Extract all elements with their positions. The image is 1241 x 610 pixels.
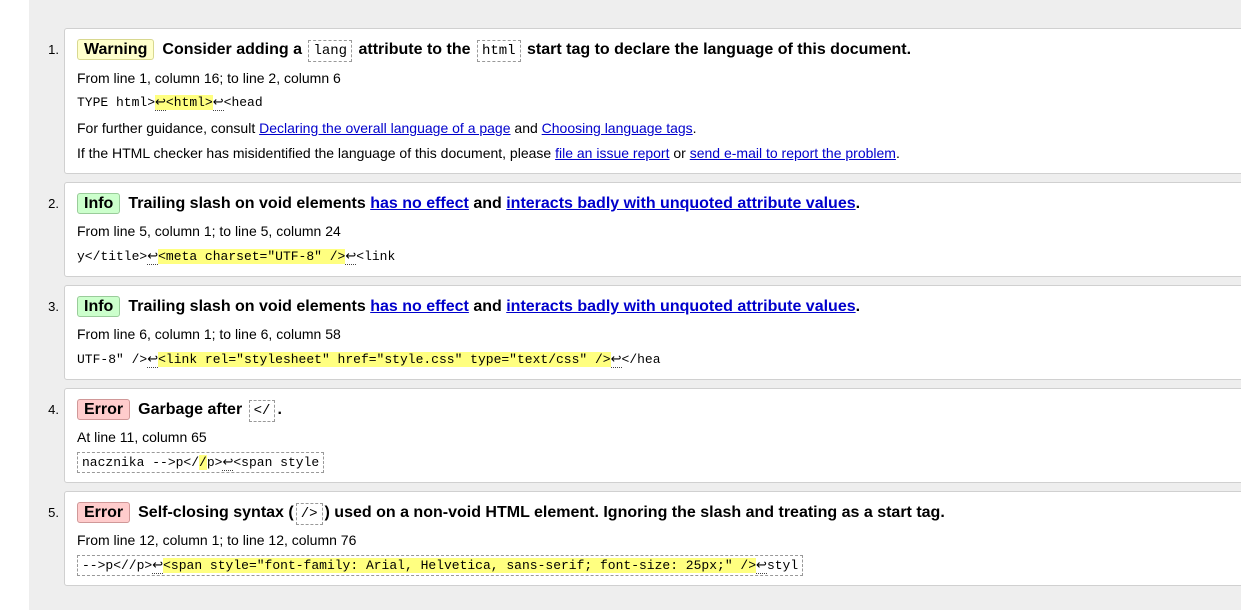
message-number: 1. bbox=[48, 42, 59, 57]
line-break-icon: ↩ bbox=[212, 95, 224, 111]
message-text: Trailing slash on void elements bbox=[128, 298, 366, 315]
source-extract: UTF-8" />↩<link rel="stylesheet" href="s… bbox=[77, 352, 661, 368]
message-heading: Warning Consider adding a lang attribute … bbox=[77, 39, 911, 62]
message-number: 4. bbox=[48, 402, 59, 417]
info-message: Info Trailing slash on void elements has … bbox=[64, 285, 1241, 380]
source-extract: -->p<//p>↩<span style="font-family: Aria… bbox=[77, 555, 804, 576]
extract-text: <link bbox=[356, 249, 396, 264]
extract-text: p> bbox=[206, 455, 223, 470]
extract-highlight: / bbox=[199, 455, 207, 470]
code-snippet: </ bbox=[248, 400, 276, 422]
error-message: Error Self-closing syntax (/>) used on a … bbox=[64, 491, 1241, 586]
error-badge: Error bbox=[77, 502, 131, 523]
extract-text: nacznika -->p</ bbox=[82, 455, 200, 470]
extract-highlight: <span style="font-family: Arial, Helveti… bbox=[163, 558, 757, 573]
message-heading: Info Trailing slash on void elements has … bbox=[77, 193, 860, 214]
line-break-icon: ↩ bbox=[147, 352, 159, 368]
send-email-link[interactable]: send e-mail to report the problem bbox=[690, 145, 896, 161]
info-badge: Info bbox=[77, 193, 121, 214]
line-break-icon: ↩ bbox=[610, 352, 622, 368]
message-heading: Info Trailing slash on void elements has … bbox=[77, 296, 860, 317]
message-text: . bbox=[277, 401, 282, 418]
has-no-effect-link[interactable]: has no effect bbox=[370, 298, 469, 315]
message-text: attribute to the bbox=[358, 41, 471, 58]
info-badge: Info bbox=[77, 296, 121, 317]
location-text: From line 1, column 16; to line 2, colum… bbox=[77, 70, 341, 86]
source-extract: y</title>↩<meta charset="UTF-8" />↩<link bbox=[77, 249, 396, 265]
source-extract: TYPE html>↩<html>↩<head bbox=[77, 95, 263, 111]
message-text: Trailing slash on void elements bbox=[128, 195, 366, 212]
warning-message: Warning Consider adding a lang attribute … bbox=[64, 28, 1241, 174]
report-text: If the HTML checker has misidentified th… bbox=[77, 145, 900, 161]
line-break-icon: ↩ bbox=[345, 249, 357, 265]
location-text: At line 11, column 65 bbox=[77, 429, 207, 445]
guidance-and: and bbox=[514, 120, 538, 136]
location-text: From line 5, column 1; to line 5, column… bbox=[77, 223, 341, 239]
line-break-icon: ↩ bbox=[152, 558, 164, 574]
choosing-language-tags-link[interactable]: Choosing language tags bbox=[542, 120, 693, 136]
message-text: and bbox=[473, 298, 502, 315]
line-break-icon: ↩ bbox=[222, 455, 234, 471]
location-text: From line 12, column 1; to line 12, colu… bbox=[77, 532, 357, 548]
message-text: . bbox=[855, 298, 861, 315]
declaring-language-link[interactable]: Declaring the overall language of a page bbox=[259, 120, 510, 136]
message-text: Consider adding a bbox=[162, 41, 302, 58]
extract-text: TYPE html> bbox=[77, 95, 156, 110]
unquoted-attributes-link[interactable]: interacts badly with unquoted attribute … bbox=[506, 195, 855, 212]
report-period: . bbox=[895, 145, 900, 161]
extract-text: styl bbox=[766, 558, 799, 573]
line-break-icon: ↩ bbox=[155, 95, 166, 111]
line-break-icon: ↩ bbox=[756, 558, 767, 574]
extract-highlight: ↩<html> bbox=[155, 95, 213, 111]
extract-text: </hea bbox=[621, 352, 661, 367]
unquoted-attributes-link[interactable]: interacts badly with unquoted attribute … bbox=[506, 298, 855, 315]
info-message: Info Trailing slash on void elements has … bbox=[64, 182, 1241, 277]
extract-text: UTF-8" /> bbox=[77, 352, 148, 367]
message-number: 3. bbox=[48, 299, 59, 314]
message-text: ) used on a non-void HTML element. Ignor… bbox=[324, 504, 945, 521]
error-message: Error Garbage after </. At line 11, colum… bbox=[64, 388, 1241, 483]
error-badge: Error bbox=[77, 399, 131, 420]
message-heading: Error Garbage after </. bbox=[77, 399, 282, 422]
message-number: 5. bbox=[48, 505, 59, 520]
report-or: or bbox=[673, 145, 686, 161]
extract-text: <head bbox=[223, 95, 263, 110]
code-snippet: html bbox=[476, 40, 521, 62]
extract-text: <span style bbox=[233, 455, 320, 470]
extract-highlight: <link rel="stylesheet" href="style.css" … bbox=[158, 352, 611, 367]
message-text: start tag to declare the language of thi… bbox=[527, 41, 912, 58]
extract-text: -->p<//p> bbox=[82, 558, 153, 573]
guidance-period: . bbox=[692, 120, 697, 136]
location-text: From line 6, column 1; to line 6, column… bbox=[77, 326, 341, 342]
extract-highlight: <meta charset="UTF-8" /> bbox=[158, 249, 346, 264]
extract-text: y</title> bbox=[77, 249, 148, 264]
source-extract: nacznika -->p<//p>↩<span style bbox=[77, 452, 325, 473]
code-snippet: /> bbox=[295, 503, 323, 525]
extract-text: <html> bbox=[165, 95, 213, 110]
warning-badge: Warning bbox=[77, 39, 155, 60]
file-issue-link[interactable]: file an issue report bbox=[555, 145, 669, 161]
guidance-prefix: For further guidance, consult bbox=[77, 120, 256, 136]
message-text: Garbage after bbox=[138, 401, 243, 418]
message-text: and bbox=[473, 195, 502, 212]
message-heading: Error Self-closing syntax (/>) used on a … bbox=[77, 502, 945, 525]
message-number: 2. bbox=[48, 196, 59, 211]
message-text: Self-closing syntax ( bbox=[138, 504, 294, 521]
report-prefix: If the HTML checker has misidentified th… bbox=[77, 145, 552, 161]
code-snippet: lang bbox=[308, 40, 353, 62]
message-text: . bbox=[855, 195, 861, 212]
guidance-text: For further guidance, consult Declaring … bbox=[77, 120, 697, 136]
line-break-icon: ↩ bbox=[147, 249, 159, 265]
has-no-effect-link[interactable]: has no effect bbox=[370, 195, 469, 212]
